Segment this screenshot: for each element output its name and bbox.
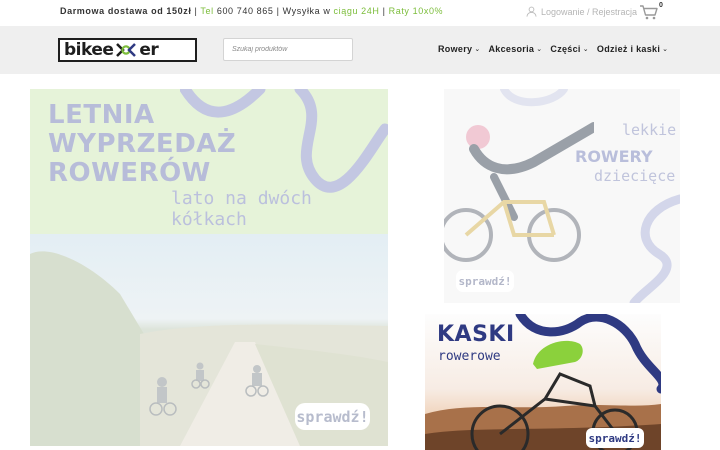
chevron-down-icon: ⌄ [582,46,589,53]
tel-number[interactable]: 600 740 865 [214,6,274,16]
kids-bikes-banner[interactable]: lekkie ROWERY dziecięce sprawdź! [444,89,680,303]
logo-text-left: bikee [64,40,114,60]
banner-text-rowery: ROWERY [575,147,653,166]
menu-label: Akcesoria [488,44,535,54]
chevron-down-icon: ⌄ [536,46,543,53]
cart-count-badge: 0 [659,2,663,9]
kids-bikes-cta-button[interactable]: sprawdź! [456,270,514,292]
menu-label: Części [550,44,581,54]
summer-sale-banner[interactable]: LETNIA WYPRZEDAŻ ROWERÓW lato na dwóch k… [30,89,388,446]
chevron-down-icon: ⌄ [662,46,669,53]
promo-text: Darmowa dostawa od 150zł | Tel 600 740 8… [60,6,443,16]
shipping-label: Wysyłka w [282,6,334,16]
chevron-down-icon: ⌄ [474,46,481,53]
cart-icon[interactable] [639,4,659,20]
installments-text: Raty 10x0% [388,6,444,16]
account-link-label: Logowanie / Rejestracja [541,6,638,17]
helmets-banner[interactable]: KASKI rowerowe sprawdź! [425,314,661,450]
menu-item-odziez-i-kaski[interactable]: Odzież i kaski ⌄ [597,44,668,54]
shipping-time: ciągu 24H [333,6,380,16]
banner-subtitle: lato na dwóch kółkach [171,188,312,230]
free-delivery-text: Darmowa dostawa od 150zł [60,6,192,16]
banner-text-kaski: KASKI [437,322,515,347]
user-icon [526,6,537,17]
banner-text-lekkie: lekkie [622,121,677,139]
account-link[interactable]: Logowanie / Rejestracja [526,6,637,17]
title-line: LETNIA [48,100,155,130]
separator: | [379,6,389,16]
menu-item-akcesoria[interactable]: Akcesoria ⌄ [488,44,542,54]
menu-item-czesci[interactable]: Części ⌄ [550,44,589,54]
chain-link-logo-icon [116,43,137,57]
banner-title: LETNIA WYPRZEDAŻ ROWERÓW [48,101,236,188]
main-menu: Rowery ⌄ Akcesoria ⌄ Części ⌄ Odzież i kask… [438,44,668,54]
logo[interactable]: bikee er [58,38,197,62]
title-line: WYPRZEDAŻ [48,129,237,159]
menu-label: Rowery [438,44,473,54]
top-info-bar: Darmowa dostawa od 150zł | Tel 600 740 8… [0,0,720,24]
separator: | [273,6,283,16]
tel-label: Tel [200,6,214,16]
banner-text-rowerowe: rowerowe [438,349,501,364]
search-input[interactable] [223,38,353,61]
banner-text-dzieciece: dziecięce [594,167,676,185]
child-on-bike-illustration [444,122,594,262]
title-line: ROWERÓW [48,158,211,188]
menu-item-rowery[interactable]: Rowery ⌄ [438,44,480,54]
menu-label: Odzież i kaski [596,44,661,54]
helmets-cta-button[interactable]: sprawdź! [586,428,644,448]
summer-sale-cta-button[interactable]: sprawdź! [295,403,370,430]
logo-text-right: er [139,40,159,60]
